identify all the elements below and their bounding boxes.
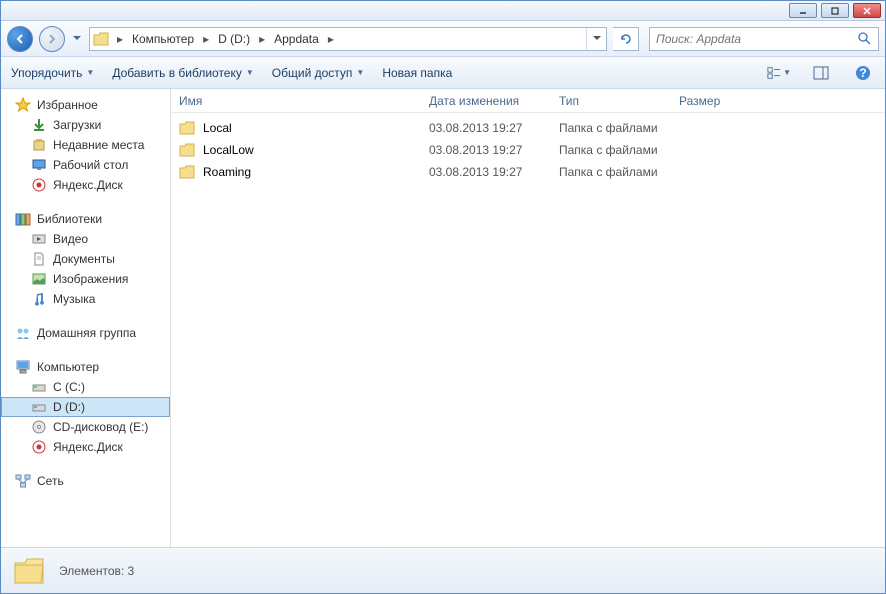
document-icon <box>31 251 47 267</box>
tree-network[interactable]: Сеть <box>1 471 170 491</box>
tree-pictures[interactable]: Изображения <box>1 269 170 289</box>
tree-video[interactable]: Видео <box>1 229 170 249</box>
tree-cd-drive[interactable]: CD-дисковод (E:) <box>1 417 170 437</box>
pictures-icon <box>31 271 47 287</box>
status-text: Элементов: 3 <box>59 564 134 578</box>
help-button[interactable]: ? <box>851 61 875 85</box>
tree-homegroup-label: Домашняя группа <box>37 326 136 340</box>
tree-favorites-label: Избранное <box>37 98 98 112</box>
main-area: Избранное Загрузки Недавние места Рабочи… <box>1 89 885 547</box>
col-type[interactable]: Тип <box>551 94 671 108</box>
computer-icon <box>15 359 31 375</box>
organize-button[interactable]: Упорядочить▼ <box>11 66 94 80</box>
crumb-computer[interactable]: Компьютер <box>128 28 198 50</box>
yandex-icon <box>31 177 47 193</box>
cd-icon <box>31 419 47 435</box>
preview-pane-button[interactable] <box>809 61 833 85</box>
crumb-root-drop[interactable]: ▸ <box>112 28 128 50</box>
tree-documents[interactable]: Документы <box>1 249 170 269</box>
crumb-drive-d[interactable]: D (D:) <box>214 28 254 50</box>
content-pane: Имя Дата изменения Тип Размер Local 03.0… <box>171 89 885 547</box>
tree-drive-c[interactable]: С (C:) <box>1 377 170 397</box>
refresh-button[interactable] <box>613 27 639 51</box>
folder-icon <box>179 142 195 158</box>
search-input[interactable] <box>656 32 856 46</box>
new-folder-button[interactable]: Новая папка <box>382 66 452 80</box>
search-icon[interactable] <box>856 32 872 45</box>
file-list: Local 03.08.2013 19:27 Папка с файлами L… <box>171 113 885 547</box>
tree-libraries-label: Библиотеки <box>37 212 102 226</box>
tree-network-label: Сеть <box>37 474 64 488</box>
folder-icon <box>90 32 112 46</box>
address-bar[interactable]: ▸ Компьютер ▸ D (D:) ▸ Appdata ▸ <box>89 27 607 51</box>
col-size[interactable]: Размер <box>671 94 751 108</box>
tree-music[interactable]: Музыка <box>1 289 170 309</box>
address-drop[interactable] <box>586 28 606 50</box>
tree-favorites[interactable]: Избранное <box>1 95 170 115</box>
star-icon <box>15 97 31 113</box>
tree-drive-d[interactable]: D (D:) <box>1 397 170 417</box>
tree-yandex-disk[interactable]: Яндекс.Диск <box>1 175 170 195</box>
recent-icon <box>31 137 47 153</box>
drive-icon <box>31 379 47 395</box>
list-item[interactable]: LocalLow 03.08.2013 19:27 Папка с файлам… <box>171 139 885 161</box>
music-icon <box>31 291 47 307</box>
view-button[interactable]: ▼ <box>767 61 791 85</box>
back-button[interactable] <box>7 26 33 52</box>
drive-icon <box>31 399 47 415</box>
library-icon <box>15 211 31 227</box>
tree-computer-label: Компьютер <box>37 360 99 374</box>
folder-icon <box>179 164 195 180</box>
download-icon <box>31 117 47 133</box>
share-button[interactable]: Общий доступ▼ <box>272 66 365 80</box>
col-name[interactable]: Имя <box>171 94 421 108</box>
close-button[interactable] <box>853 3 881 18</box>
folder-icon <box>11 553 47 589</box>
column-headers: Имя Дата изменения Тип Размер <box>171 89 885 113</box>
add-library-button[interactable]: Добавить в библиотеку▼ <box>112 66 253 80</box>
list-item[interactable]: Roaming 03.08.2013 19:27 Папка с файлами <box>171 161 885 183</box>
status-bar: Элементов: 3 <box>1 547 885 593</box>
toolbar: Упорядочить▼ Добавить в библиотеку▼ Общи… <box>1 57 885 89</box>
maximize-button[interactable] <box>821 3 849 18</box>
titlebar <box>1 1 885 21</box>
network-icon <box>15 473 31 489</box>
tree-downloads[interactable]: Загрузки <box>1 115 170 135</box>
tree-recent[interactable]: Недавние места <box>1 135 170 155</box>
navbar: ▸ Компьютер ▸ D (D:) ▸ Appdata ▸ <box>1 21 885 57</box>
crumb-sep-2[interactable]: ▸ <box>254 28 270 50</box>
nav-history-drop[interactable] <box>71 26 83 52</box>
desktop-icon <box>31 157 47 173</box>
folder-icon <box>179 120 195 136</box>
minimize-button[interactable] <box>789 3 817 18</box>
tree-desktop[interactable]: Рабочий стол <box>1 155 170 175</box>
tree-libraries[interactable]: Библиотеки <box>1 209 170 229</box>
search-box[interactable] <box>649 27 879 51</box>
crumb-sep-1[interactable]: ▸ <box>198 28 214 50</box>
video-icon <box>31 231 47 247</box>
svg-text:?: ? <box>859 66 866 80</box>
list-item[interactable]: Local 03.08.2013 19:27 Папка с файлами <box>171 117 885 139</box>
crumb-appdata[interactable]: Appdata <box>270 28 323 50</box>
yandex-icon <box>31 439 47 455</box>
tree-computer[interactable]: Компьютер <box>1 357 170 377</box>
sidebar: Избранное Загрузки Недавние места Рабочи… <box>1 89 171 547</box>
tree-yandex-disk-2[interactable]: Яндекс.Диск <box>1 437 170 457</box>
homegroup-icon <box>15 325 31 341</box>
col-date[interactable]: Дата изменения <box>421 94 551 108</box>
crumb-sep-3[interactable]: ▸ <box>323 28 339 50</box>
forward-button[interactable] <box>39 26 65 52</box>
tree-homegroup[interactable]: Домашняя группа <box>1 323 170 343</box>
